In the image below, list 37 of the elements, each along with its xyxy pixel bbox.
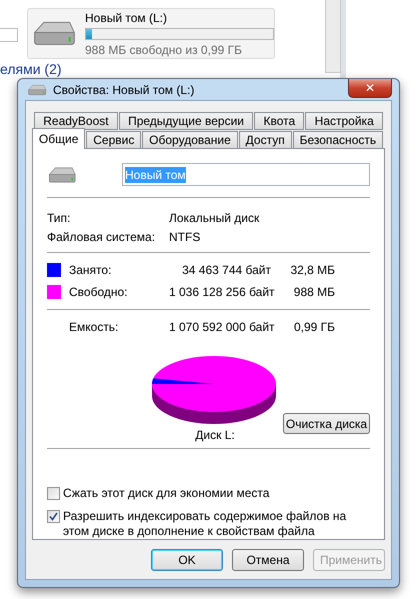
window-title: Свойства: Новый том (L:)	[53, 82, 194, 96]
info-value: NTFS	[169, 230, 202, 244]
disk-cleanup-button[interactable]: Очистка диска	[283, 413, 370, 434]
usage-bytes: 34 463 744 байт	[181, 263, 271, 277]
checkbox-label: Разрешить индексировать содержимое файлов на этом диске в дополнение к свойствам файла	[63, 509, 348, 539]
checkbox[interactable]	[47, 510, 60, 523]
dialog-button[interactable]: Отмена	[232, 549, 304, 571]
tab[interactable]: Сервис	[86, 131, 142, 149]
checkbox-label: Сжать этот диск для экономии места	[63, 486, 270, 501]
tab[interactable]: Настройка	[305, 112, 383, 130]
tab[interactable]: Общие	[32, 128, 86, 149]
tab[interactable]: ReadyBoost	[34, 112, 118, 130]
drive-icon	[27, 84, 47, 96]
drive-icon	[31, 19, 77, 48]
usage-size: 32,8 МБ	[289, 263, 335, 277]
info-value: Локальный диск	[169, 210, 260, 224]
tab[interactable]: Безопасность	[292, 131, 384, 149]
tab[interactable]: Доступ	[238, 131, 292, 149]
drive-capacity: 988 МБ свободно из 0,99 ГБ	[85, 42, 243, 56]
disk-label: Диск L:	[195, 428, 235, 442]
info-label: Тип:	[47, 210, 72, 224]
capacity-label: Емкость:	[69, 320, 120, 334]
tab[interactable]: Квота	[254, 112, 304, 130]
group-link[interactable]: елями (2)	[0, 61, 62, 77]
tab[interactable]: Оборудование	[142, 131, 238, 149]
tab[interactable]: Предыдущие версии	[118, 112, 254, 130]
usage-label: Занято:	[69, 263, 112, 277]
drive-tile[interactable]: Новый том (L:) 988 МБ свободно из 0,99 ГБ	[27, 8, 275, 59]
close-button[interactable]: ✕	[348, 79, 392, 98]
scrollbar[interactable]	[325, 0, 341, 73]
usage-label: Свободно:	[69, 285, 128, 299]
info-label: Файловая система:	[47, 230, 156, 244]
dialog-button[interactable]: OK	[151, 549, 223, 571]
checkbox[interactable]	[47, 487, 60, 500]
drive-name: Новый том (L:)	[85, 10, 168, 24]
text-field[interactable]	[0, 28, 18, 42]
drive-icon	[47, 166, 77, 184]
